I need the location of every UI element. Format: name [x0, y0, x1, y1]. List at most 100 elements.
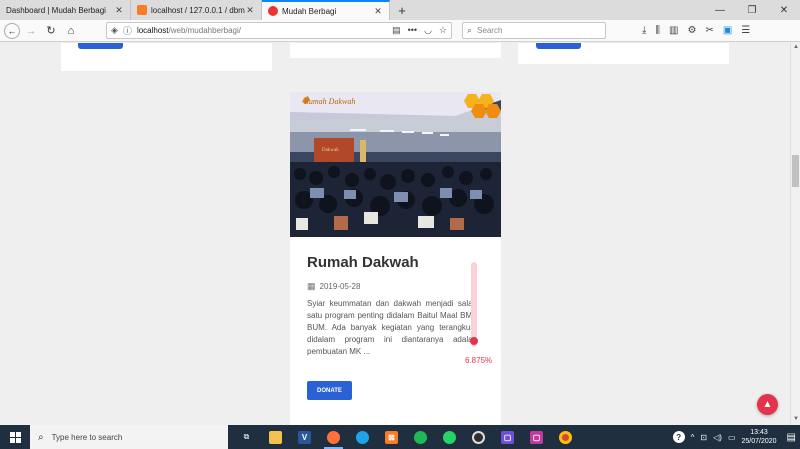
- taskbar-file-explorer[interactable]: [261, 425, 290, 449]
- extension-icon[interactable]: ⚙: [687, 25, 696, 36]
- close-tab-icon[interactable]: ✕: [373, 6, 383, 17]
- page-actions-icon[interactable]: •••: [408, 25, 417, 36]
- taskbar-obs[interactable]: [464, 425, 493, 449]
- tab-phpmyadmin[interactable]: localhost / 127.0.0.1 / dbmudah ✕: [131, 0, 262, 20]
- url-host: localhost: [136, 26, 169, 35]
- windows-logo-icon: [9, 431, 21, 443]
- visual-studio-icon: V: [298, 430, 311, 444]
- firefox-icon: [327, 430, 340, 444]
- network-icon[interactable]: ⊡: [700, 433, 707, 442]
- taskbar-app-green[interactable]: [435, 425, 464, 449]
- notifications-icon[interactable]: ▤: [787, 432, 796, 443]
- library-icon[interactable]: ⫼: [655, 25, 660, 36]
- reload-button[interactable]: ↻: [42, 22, 60, 40]
- taskbar-firefox[interactable]: [319, 425, 348, 449]
- campaign-card-partial: [290, 43, 501, 58]
- xampp-icon: ⊠: [385, 430, 398, 444]
- extension-box-icon[interactable]: ▣: [723, 25, 732, 36]
- taskbar-spotify[interactable]: [406, 425, 435, 449]
- task-view-button[interactable]: ⧉: [232, 425, 261, 449]
- show-hidden-icons-icon[interactable]: ^: [691, 433, 695, 442]
- page-viewport: Dakwah Rumah Dakwah Rumah Dakwah ▦ 2019-…: [0, 43, 790, 425]
- forward-button[interactable]: →: [22, 22, 40, 40]
- spotify-icon: [414, 430, 427, 444]
- calendar-icon: ▦: [307, 281, 316, 291]
- donate-button-partial[interactable]: [536, 43, 581, 49]
- downloads-icon[interactable]: ⤓: [642, 25, 646, 36]
- donation-progress-bar: [470, 262, 478, 347]
- clock-date: 25/07/2020: [741, 438, 777, 445]
- browser-toolbar: ← → ↻ ⌂ ◈ ⓘ localhost/web/mudahberbagi/ …: [0, 20, 800, 42]
- tab-title: localhost / 127.0.0.1 / dbmudah: [151, 5, 245, 15]
- tab-title: Mudah Berbagi: [282, 6, 337, 16]
- system-tray: ? ^ ⊡ ◁) ▭ 13:43 25/07/2020 ▤: [672, 428, 800, 446]
- taskbar-edge[interactable]: [348, 425, 377, 449]
- campaign-title[interactable]: Rumah Dakwah: [307, 254, 497, 271]
- browser-tab-strip: Dashboard | Mudah Berbagi ✕ localhost / …: [0, 0, 800, 20]
- home-button[interactable]: ⌂: [62, 22, 80, 40]
- help-icon[interactable]: ?: [672, 431, 685, 443]
- taskbar-xampp[interactable]: ⊠: [377, 425, 406, 449]
- search-icon: ⌕: [467, 25, 473, 35]
- minimize-icon[interactable]: —: [704, 0, 736, 20]
- restore-icon[interactable]: ❐: [736, 0, 768, 20]
- app-pink-icon: ▢: [530, 430, 543, 444]
- clock-time: 13:43: [750, 429, 768, 436]
- taskbar-search-box[interactable]: ⌕ Type here to search: [30, 425, 228, 449]
- taskbar-app-pink[interactable]: ▢: [522, 425, 551, 449]
- chrome-icon: [559, 430, 572, 444]
- taskbar-app-purple[interactable]: ▢: [493, 425, 522, 449]
- scroll-up-arrow-icon[interactable]: ▲: [792, 44, 800, 52]
- search-placeholder: Search: [477, 26, 503, 35]
- obs-icon: [472, 430, 485, 444]
- campaign-date: ▦ 2019-05-28: [307, 281, 497, 292]
- campaign-card-partial: [61, 43, 272, 71]
- url-path: /web/mudahberbagi/: [168, 26, 242, 35]
- banner-label: Rumah Dakwah: [304, 97, 356, 106]
- campaign-card: Dakwah Rumah Dakwah Rumah Dakwah ▦ 2019-…: [290, 92, 501, 425]
- sidebar-icon[interactable]: ▥: [669, 25, 678, 36]
- search-input[interactable]: ⌕ Search: [462, 22, 606, 39]
- start-button[interactable]: [0, 425, 30, 449]
- page-scrollbar[interactable]: ▲ ▼: [790, 43, 800, 425]
- campaign-description: Syiar keummatan dan dakwah menjadi salah…: [307, 299, 477, 356]
- tab-dashboard[interactable]: Dashboard | Mudah Berbagi ✕: [0, 0, 131, 20]
- close-tab-icon[interactable]: ✕: [114, 5, 124, 16]
- windows-taskbar: ⌕ Type here to search ⧉ V ⊠ ▢ ▢ ? ^ ⊡ ◁)…: [0, 425, 800, 449]
- whatsapp-icon: [443, 430, 456, 444]
- scroll-down-arrow-icon[interactable]: ▼: [792, 416, 800, 424]
- tab-title: Dashboard | Mudah Berbagi: [6, 5, 106, 15]
- extension-tools-icon[interactable]: ✂: [705, 25, 713, 36]
- url-bar[interactable]: ◈ ⓘ localhost/web/mudahberbagi/ ▤ ••• ◡ …: [106, 22, 452, 39]
- keyboard-icon[interactable]: ▭: [728, 433, 736, 442]
- taskbar-search-placeholder: Type here to search: [51, 432, 123, 442]
- reader-view-icon[interactable]: ▤: [392, 25, 401, 36]
- menu-icon[interactable]: ☰: [741, 25, 750, 36]
- progress-indicator: [470, 337, 478, 346]
- search-icon: ⌕: [38, 431, 44, 443]
- scroll-to-top-button[interactable]: ▲: [757, 394, 778, 415]
- shield-icon[interactable]: ◈: [111, 25, 118, 36]
- svg-text:Dakwah: Dakwah: [322, 148, 339, 153]
- volume-icon[interactable]: ◁): [713, 433, 722, 442]
- close-window-icon[interactable]: ✕: [768, 0, 800, 20]
- campaign-date-text: 2019-05-28: [319, 282, 361, 291]
- taskbar-vs[interactable]: V: [290, 425, 319, 449]
- edge-icon: [356, 430, 369, 444]
- scrollbar-thumb[interactable]: [792, 155, 799, 187]
- donate-button[interactable]: DONATE: [307, 381, 352, 400]
- info-icon[interactable]: ⓘ: [123, 24, 132, 37]
- tab-mudah-berbagi[interactable]: Mudah Berbagi ✕: [262, 0, 390, 20]
- donate-button-partial[interactable]: [78, 43, 123, 49]
- back-button[interactable]: ←: [4, 22, 20, 39]
- bookmark-star-icon[interactable]: ☆: [439, 25, 447, 36]
- taskbar-chrome[interactable]: [551, 425, 580, 449]
- campaign-photo[interactable]: Dakwah Rumah Dakwah: [290, 92, 501, 237]
- mudah-berbagi-icon: [268, 6, 278, 16]
- system-clock[interactable]: 13:43 25/07/2020: [742, 428, 777, 446]
- progress-percentage: 6.875%: [465, 356, 493, 365]
- new-tab-button[interactable]: +: [390, 0, 414, 20]
- xampp-icon: [137, 5, 147, 15]
- pocket-icon[interactable]: ◡: [424, 25, 432, 36]
- close-tab-icon[interactable]: ✕: [245, 5, 255, 16]
